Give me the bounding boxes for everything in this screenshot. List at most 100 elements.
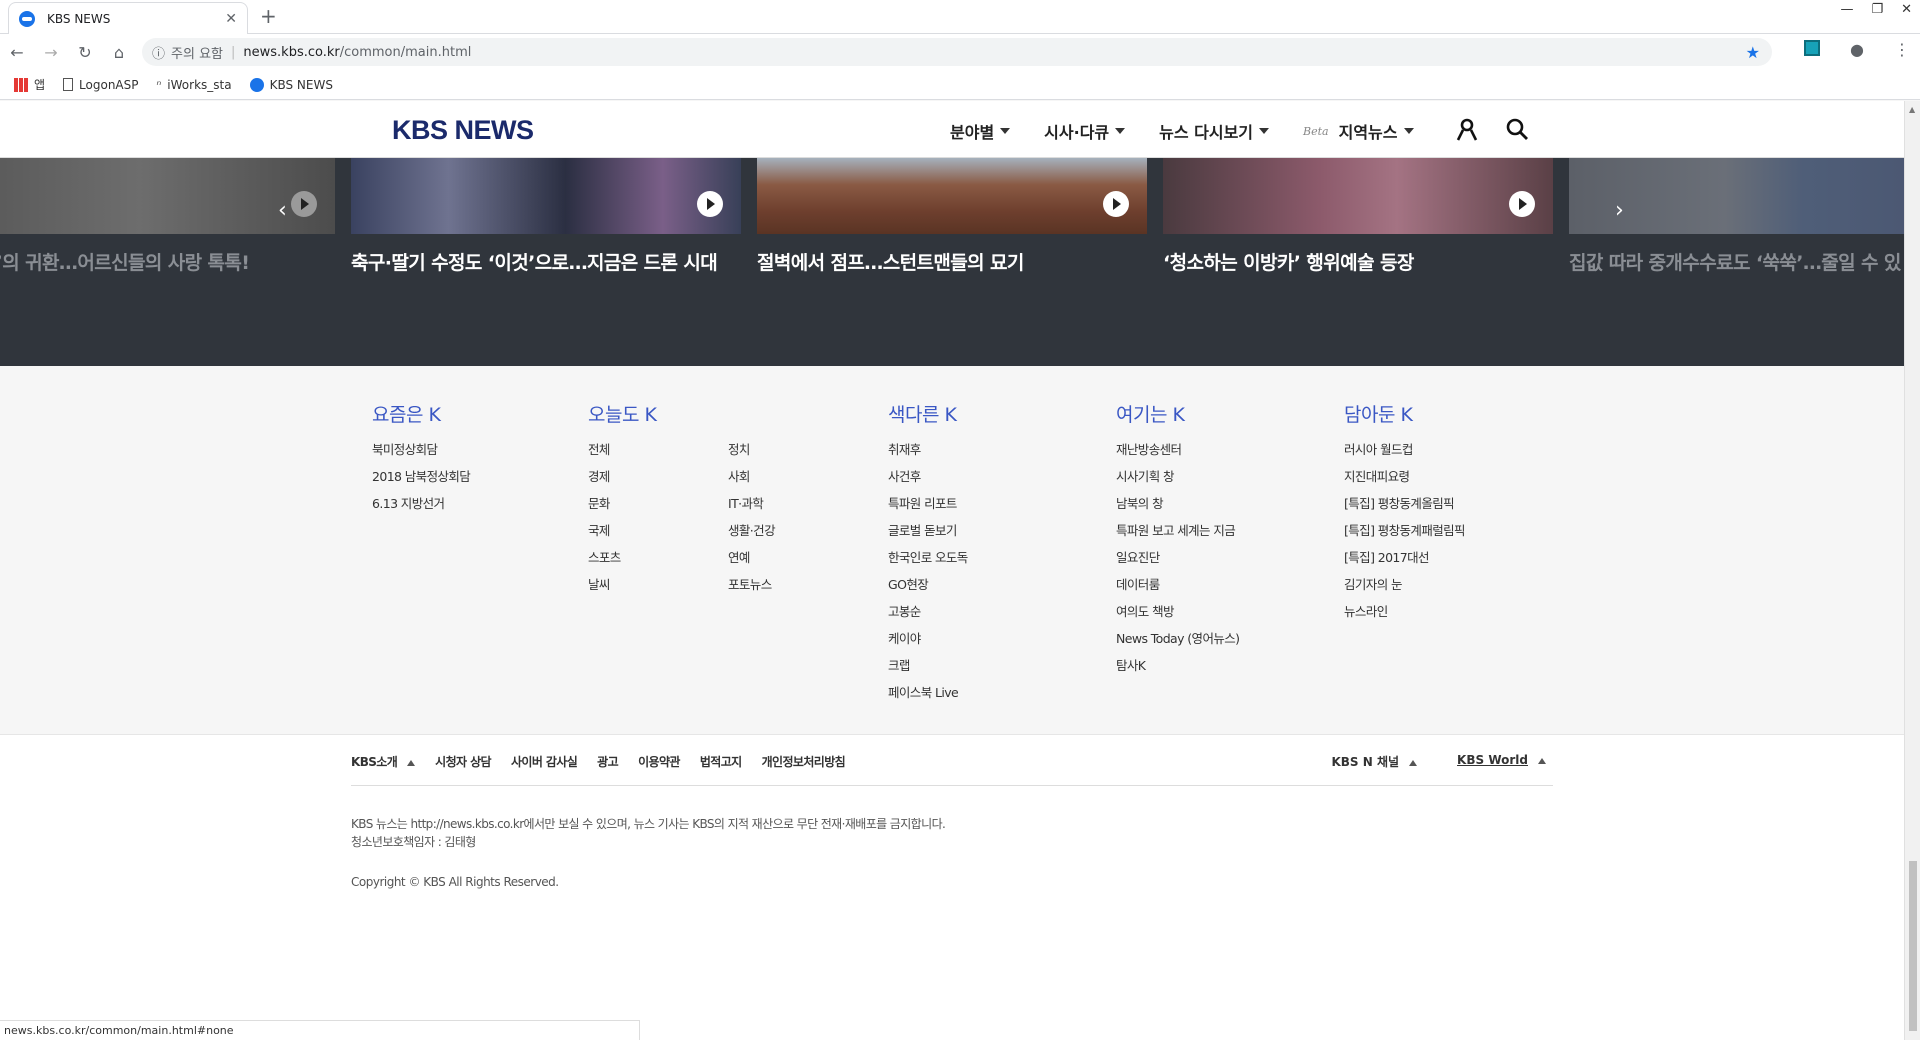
- play-icon[interactable]: [1509, 191, 1535, 217]
- bookmark-iworks[interactable]: ⁿ iWorks_sta: [157, 78, 232, 92]
- category-link[interactable]: 경제: [588, 468, 728, 495]
- category-link[interactable]: 생활·건강: [728, 522, 868, 549]
- category-link[interactable]: [특집] 평창동계올림픽: [1344, 495, 1465, 522]
- scrollbar-thumb[interactable]: [1909, 861, 1917, 1031]
- category-link[interactable]: 6.13 지방선거: [372, 495, 470, 522]
- play-icon[interactable]: [697, 191, 723, 217]
- footer-link[interactable]: 개인정보처리방침: [762, 753, 846, 770]
- extension-icon[interactable]: [1804, 40, 1821, 56]
- category-link[interactable]: 데이터룸: [1116, 576, 1239, 603]
- minimize-icon[interactable]: —: [1840, 2, 1853, 17]
- category-link[interactable]: 재난방송센터: [1116, 441, 1239, 468]
- category-link[interactable]: 연예: [728, 549, 868, 576]
- footer-link[interactable]: 법적고지: [700, 753, 742, 770]
- category-link[interactable]: 남북의 창: [1116, 495, 1239, 522]
- site-footer: KBS소개 시청자 상담 사이버 감사실 광고 이용약관 법적고지 개인정보처리…: [0, 734, 1904, 1040]
- category-link[interactable]: 한국인로 오도독: [888, 549, 968, 576]
- reload-icon[interactable]: ↻: [68, 43, 102, 62]
- category-link[interactable]: 전체: [588, 441, 728, 468]
- category-link[interactable]: 페이스북 Live: [888, 684, 968, 711]
- footer-link[interactable]: 이용약관: [638, 753, 680, 770]
- youth-protection-officer: 청소년보호책임자 : 김태형: [351, 835, 476, 849]
- kbs-world-dropdown[interactable]: KBS World: [1457, 753, 1546, 770]
- carousel-item[interactable]: ‘청소하는 이방카’ 행위예술 등장: [1163, 158, 1553, 275]
- profile-icon[interactable]: ●: [1850, 40, 1864, 59]
- category-link[interactable]: News Today (영어뉴스): [1116, 630, 1240, 657]
- category-title[interactable]: 요즘은 K: [372, 400, 470, 427]
- category-link[interactable]: 사건후: [888, 468, 968, 495]
- kbsn-channel-dropdown[interactable]: KBS N 채널: [1331, 753, 1418, 770]
- carousel-prev-icon[interactable]: ‹: [278, 198, 287, 223]
- category-link[interactable]: 일요진단: [1116, 549, 1239, 576]
- category-link[interactable]: 특파원 보고 세계는 지금: [1116, 522, 1239, 549]
- nav-local-news[interactable]: Beta 지역뉴스: [1303, 119, 1414, 143]
- bookmark-label: iWorks_sta: [167, 77, 232, 92]
- carousel-item[interactable]: 절벽에서 점프…스턴트맨들의 묘기: [757, 158, 1147, 275]
- nav-news-replay[interactable]: 뉴스 다시보기: [1159, 119, 1270, 143]
- category-link[interactable]: 사회: [728, 468, 868, 495]
- home-icon[interactable]: ⌂: [102, 43, 136, 62]
- search-icon[interactable]: [1505, 117, 1529, 141]
- category-link[interactable]: 뉴스라인: [1344, 603, 1465, 630]
- category-title[interactable]: 오늘도 K: [588, 400, 868, 427]
- category-link[interactable]: [특집] 평창동계패럴림픽: [1344, 522, 1466, 549]
- category-link[interactable]: 탐사K: [1116, 657, 1239, 684]
- category-link[interactable]: 여의도 책방: [1116, 603, 1239, 630]
- category-link[interactable]: 국제: [588, 522, 728, 549]
- kbs-news-logo[interactable]: KBS NEWS: [392, 115, 534, 146]
- nav-label: 분야별: [950, 123, 995, 142]
- category-link[interactable]: 고봉순: [888, 603, 968, 630]
- footer-link-kbs-intro[interactable]: KBS소개: [351, 753, 416, 770]
- category-link[interactable]: 지진대피요령: [1344, 468, 1465, 495]
- category-link[interactable]: 문화: [588, 495, 728, 522]
- user-icon[interactable]: [1455, 117, 1479, 141]
- category-link[interactable]: 스포츠: [588, 549, 728, 576]
- restore-icon[interactable]: ❐: [1871, 2, 1883, 17]
- play-icon[interactable]: [291, 191, 317, 217]
- category-title[interactable]: 담아둔 K: [1344, 400, 1465, 427]
- category-link[interactable]: IT·과학: [728, 495, 868, 522]
- bookmark-logonasp[interactable]: LogonASP: [63, 78, 139, 92]
- bookmark-star-icon[interactable]: ★: [1746, 43, 1760, 62]
- category-title[interactable]: 여기는 K: [1116, 400, 1239, 427]
- address-bar[interactable]: ⓘ 주의 요함 | news.kbs.co.kr /common/main.ht…: [142, 38, 1772, 66]
- forward-icon[interactable]: →: [34, 43, 68, 62]
- category-link[interactable]: 케이야: [888, 630, 968, 657]
- category-link[interactable]: 시사기획 창: [1116, 468, 1239, 495]
- nav-by-field[interactable]: 분야별: [950, 119, 1011, 143]
- info-icon[interactable]: ⓘ: [152, 43, 165, 62]
- browser-tab[interactable]: KBS NEWS ✕: [8, 2, 248, 34]
- bookmark-kbs-news[interactable]: KBS NEWS: [249, 77, 333, 92]
- category-link[interactable]: 김기자의 눈: [1344, 576, 1465, 603]
- play-icon[interactable]: [1103, 191, 1129, 217]
- window-controls: — ❐ ✕: [1840, 2, 1912, 17]
- close-tab-icon[interactable]: ✕: [225, 11, 237, 27]
- category-link[interactable]: [특집] 2017대선: [1344, 549, 1465, 576]
- category-link[interactable]: 크랩: [888, 657, 968, 684]
- category-link[interactable]: 포토뉴스: [728, 576, 868, 603]
- category-link[interactable]: 특파원 리포트: [888, 495, 968, 522]
- category-link[interactable]: 취재후: [888, 441, 968, 468]
- new-tab-button[interactable]: +: [260, 4, 277, 28]
- category-link[interactable]: GO현장: [888, 576, 968, 603]
- scroll-up-icon[interactable]: ▲: [1909, 105, 1915, 114]
- category-damadun: 담아둔 K 러시아 월드컵 지진대피요령 [특집] 평창동계올림픽 [특집] 평…: [1344, 400, 1466, 630]
- category-link[interactable]: 2018 남북정상회담: [372, 468, 471, 495]
- footer-link[interactable]: 시청자 상담: [435, 753, 491, 770]
- footer-link[interactable]: 광고: [597, 753, 618, 770]
- menu-kebab-icon[interactable]: ⋮: [1894, 40, 1910, 59]
- back-icon[interactable]: ←: [0, 43, 34, 62]
- carousel-item[interactable]: 축구·딸기 수정도 ‘이것’으로…지금은 드론 시대: [351, 158, 741, 275]
- category-title[interactable]: 색다른 K: [888, 400, 968, 427]
- category-link[interactable]: 날씨: [588, 576, 728, 603]
- category-link[interactable]: 북미정상회담: [372, 441, 470, 468]
- nav-current-docu[interactable]: 시사·다큐: [1044, 119, 1126, 143]
- category-link[interactable]: 러시아 월드컵: [1344, 441, 1465, 468]
- category-link[interactable]: 글로벌 돋보기: [888, 522, 968, 549]
- category-link[interactable]: 정치: [728, 441, 868, 468]
- bookmark-apps[interactable]: 앱: [14, 76, 45, 93]
- vertical-scrollbar[interactable]: ▲: [1904, 101, 1920, 1040]
- close-window-icon[interactable]: ✕: [1901, 2, 1912, 17]
- carousel-next-icon[interactable]: ›: [1615, 198, 1624, 223]
- footer-link[interactable]: 사이버 감사실: [511, 753, 578, 770]
